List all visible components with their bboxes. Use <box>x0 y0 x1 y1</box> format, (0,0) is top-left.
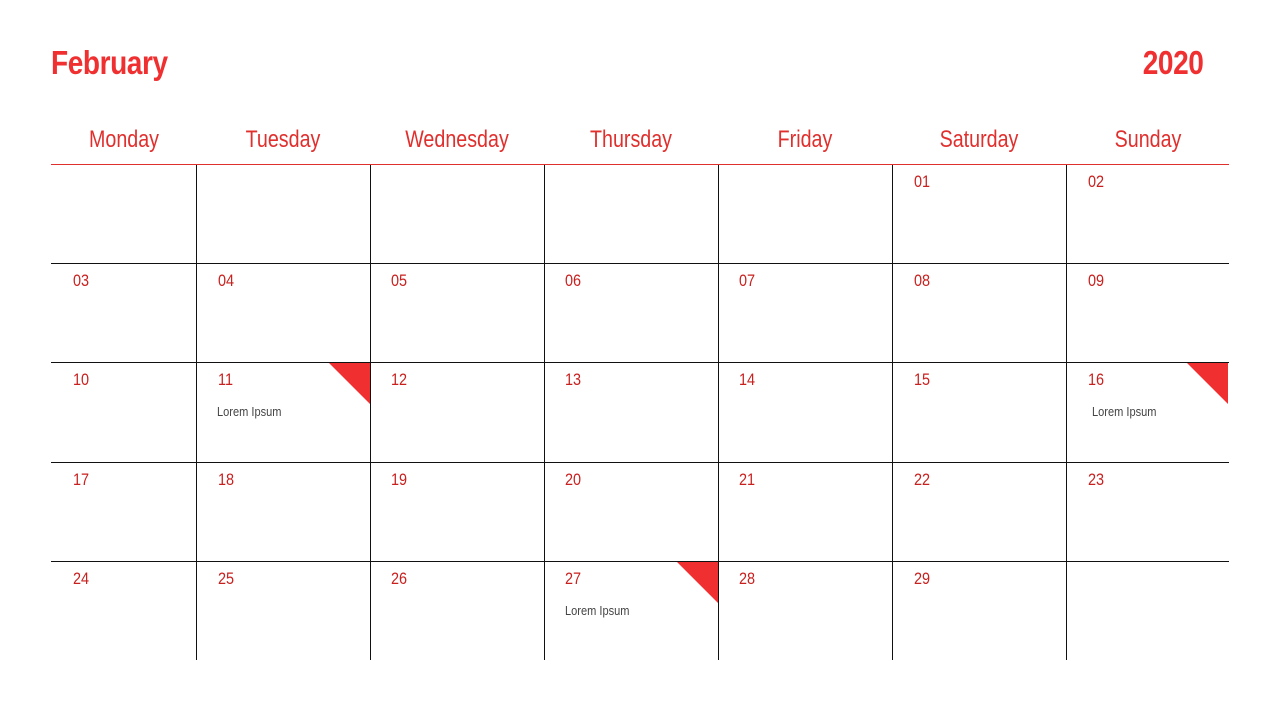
event-label[interactable]: Lorem Ipsum <box>1092 404 1156 419</box>
weekday-header-thursday: Thursday <box>589 126 673 153</box>
day-number[interactable]: 16 <box>1088 370 1104 390</box>
day-number[interactable]: 23 <box>1088 470 1104 490</box>
day-number[interactable]: 28 <box>739 569 755 589</box>
event-label[interactable]: Lorem Ipsum <box>565 603 629 618</box>
day-number[interactable]: 12 <box>391 370 407 390</box>
day-number[interactable]: 27 <box>565 569 581 589</box>
weekday-header-wednesday: Wednesday <box>405 126 509 153</box>
column-divider <box>1066 165 1067 660</box>
day-number[interactable]: 20 <box>565 470 581 490</box>
day-number[interactable]: 04 <box>218 271 234 291</box>
row-divider <box>51 362 1229 363</box>
day-number[interactable]: 15 <box>914 370 930 390</box>
day-number[interactable]: 01 <box>914 172 930 192</box>
event-label[interactable]: Lorem Ipsum <box>217 404 281 419</box>
column-divider <box>196 165 197 660</box>
row-divider <box>51 263 1229 264</box>
weekday-header-saturday: Saturday <box>939 126 1019 153</box>
day-number[interactable]: 21 <box>739 470 755 490</box>
column-divider <box>892 165 893 660</box>
column-divider <box>544 165 545 660</box>
day-number[interactable]: 13 <box>565 370 581 390</box>
day-number[interactable]: 05 <box>391 271 407 291</box>
weekday-header-sunday: Sunday <box>1114 126 1181 153</box>
header-divider <box>51 164 1229 165</box>
day-number[interactable]: 11 <box>218 370 233 390</box>
weekday-header-friday: Friday <box>777 126 833 153</box>
row-divider <box>51 462 1229 463</box>
row-divider <box>51 561 1229 562</box>
event-marker-icon <box>329 363 370 404</box>
column-divider <box>370 165 371 660</box>
day-number[interactable]: 09 <box>1088 271 1104 291</box>
month-title: February <box>51 44 168 81</box>
day-number[interactable]: 02 <box>1088 172 1104 192</box>
day-number[interactable]: 08 <box>914 271 930 291</box>
day-number[interactable]: 10 <box>73 370 89 390</box>
day-number[interactable]: 07 <box>739 271 755 291</box>
weekday-header-tuesday: Tuesday <box>245 126 321 153</box>
column-divider <box>718 165 719 660</box>
day-number[interactable]: 06 <box>565 271 581 291</box>
weekday-header-monday: Monday <box>88 126 159 153</box>
day-number[interactable]: 24 <box>73 569 89 589</box>
day-number[interactable]: 25 <box>218 569 234 589</box>
year-title: 2020 <box>1142 44 1203 81</box>
day-number[interactable]: 29 <box>914 569 930 589</box>
day-number[interactable]: 14 <box>739 370 755 390</box>
day-number[interactable]: 26 <box>391 569 407 589</box>
day-number[interactable]: 19 <box>391 470 407 490</box>
event-marker-icon <box>1187 363 1228 404</box>
event-marker-icon <box>677 562 718 603</box>
day-number[interactable]: 18 <box>218 470 234 490</box>
day-number[interactable]: 03 <box>73 271 89 291</box>
day-number[interactable]: 22 <box>914 470 930 490</box>
day-number[interactable]: 17 <box>73 470 89 490</box>
